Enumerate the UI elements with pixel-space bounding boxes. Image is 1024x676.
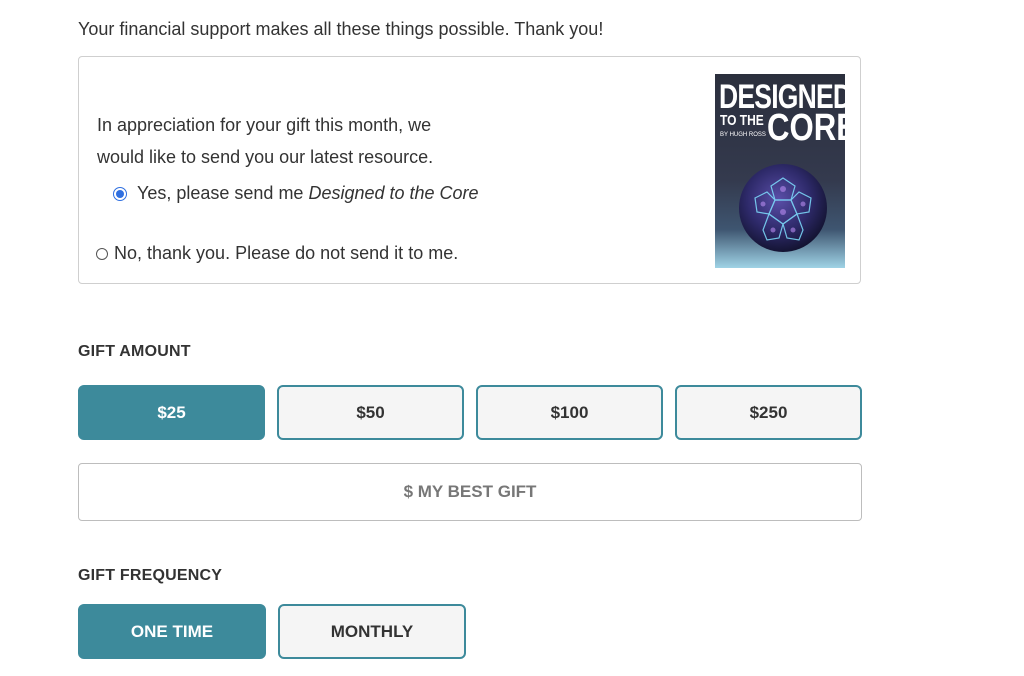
- book-cover-author: BY HUGH ROSS: [720, 132, 766, 138]
- offer-message: In appreciation for your gift this month…: [97, 115, 434, 167]
- radio-no-thanks[interactable]: No, thank you. Please do not send it to …: [96, 243, 458, 264]
- book-title-text: Designed to the Core: [308, 183, 479, 203]
- amount-button-100[interactable]: $100: [476, 385, 663, 440]
- sphere-graphic-icon: [739, 164, 827, 252]
- radio-yes-label: Yes, please send me: [137, 183, 304, 203]
- amount-button-25[interactable]: $25: [78, 385, 265, 440]
- radio-no-indicator[interactable]: [96, 247, 108, 260]
- amount-button-250[interactable]: $250: [675, 385, 862, 440]
- gift-amount-heading: GIFT AMOUNT: [78, 343, 191, 360]
- frequency-monthly-button[interactable]: MONTHLY: [278, 604, 466, 659]
- resource-offer-box: In appreciation for your gift this month…: [78, 56, 861, 284]
- amount-button-50[interactable]: $50: [277, 385, 464, 440]
- radio-yes-indicator[interactable]: [113, 186, 127, 201]
- frequency-one-time-button[interactable]: ONE TIME: [78, 604, 266, 659]
- gift-frequency-heading: GIFT FREQUENCY: [78, 567, 223, 584]
- book-cover-title-line2: TO THE: [720, 112, 764, 129]
- radio-no-label: No, thank you. Please do not send it to …: [114, 243, 459, 263]
- radio-yes-send-book[interactable]: Yes, please send me Designed to the Core: [113, 183, 479, 204]
- book-cover-title-line3: CORE: [767, 107, 845, 149]
- book-cover-image: DESIGNED TO THE BY HUGH ROSS CORE: [715, 74, 845, 268]
- intro-text: Your financial support makes all these t…: [78, 19, 604, 39]
- custom-amount-field[interactable]: [78, 463, 862, 521]
- custom-amount-input[interactable]: [79, 463, 861, 521]
- donation-form: Your financial support makes all these t…: [0, 0, 1024, 676]
